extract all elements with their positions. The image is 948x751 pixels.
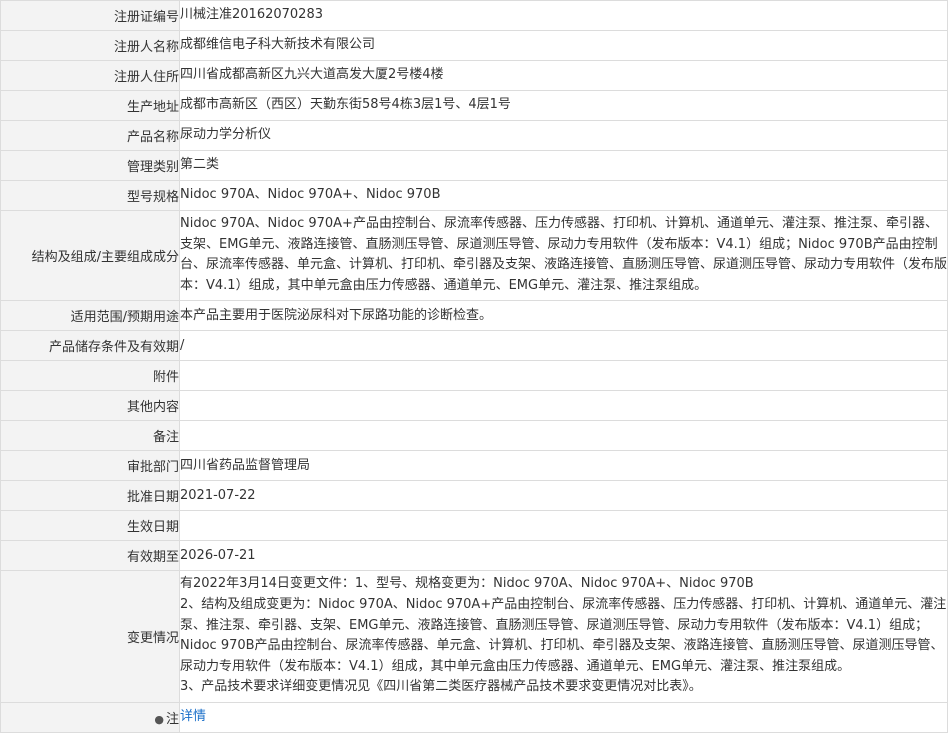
row-label: 备注 <box>0 420 180 452</box>
row-value: 本产品主要用于医院泌尿科对下尿路功能的诊断检查。 <box>179 300 948 332</box>
change-line-2: 2、结构及组成变更为：Nidoc 970A、Nidoc 970A+产品由控制台、… <box>180 596 947 674</box>
row-label: 结构及组成/主要组成成分 <box>0 209 180 302</box>
row-label: 适用范围/预期用途 <box>0 300 180 332</box>
row-label: ● 注 <box>0 701 180 733</box>
row-value: 成都市高新区（西区）天勤东街58号4栋3层1号、4层1号 <box>179 90 948 121</box>
row-value: 第二类 <box>179 150 948 181</box>
row-value: 2026-07-21 <box>179 540 948 572</box>
row-intended-use: 适用范围/预期用途 本产品主要用于医院泌尿科对下尿路功能的诊断检查。 <box>0 300 948 332</box>
row-note: ● 注 详情 <box>0 701 948 733</box>
row-value: / <box>179 330 948 362</box>
row-model-spec: 型号规格 Nidoc 970A、Nidoc 970A+、Nidoc 970B <box>0 180 948 211</box>
row-registrant-name: 注册人名称 成都维信电子科大新技术有限公司 <box>0 30 948 61</box>
row-value: Nidoc 970A、Nidoc 970A+、Nidoc 970B <box>179 180 948 211</box>
row-other-content: 其他内容 <box>0 390 948 422</box>
row-value <box>179 360 948 392</box>
row-value: 有2022年3月14日变更文件：1、型号、规格变更为：Nidoc 970A、Ni… <box>179 570 948 703</box>
change-line-3: 3、产品技术要求详细变更情况见《四川省第二类医疗器械产品技术要求变更情况对比表》… <box>180 679 702 695</box>
row-label: 管理类别 <box>0 150 180 181</box>
row-label: 审批部门 <box>0 450 180 482</box>
registration-detail-table: 注册证编号 川械注准20162070283 注册人名称 成都维信电子科大新技术有… <box>0 0 948 733</box>
row-attachment: 附件 <box>0 360 948 392</box>
row-effective-date: 生效日期 <box>0 510 948 542</box>
row-value: 成都维信电子科大新技术有限公司 <box>179 30 948 61</box>
row-value: 川械注准20162070283 <box>179 0 948 31</box>
row-product-name: 产品名称 尿动力学分析仪 <box>0 120 948 151</box>
row-label: 附件 <box>0 360 180 392</box>
row-value: 详情 <box>179 701 948 733</box>
row-label: 变更情况 <box>0 570 180 703</box>
row-approval-department: 审批部门 四川省药品监督管理局 <box>0 450 948 482</box>
row-label: 其他内容 <box>0 390 180 422</box>
row-label: 注册人名称 <box>0 30 180 61</box>
row-registrant-address: 注册人住所 四川省成都高新区九兴大道高发大厦2号楼4楼 <box>0 60 948 91</box>
row-label: 注册人住所 <box>0 60 180 91</box>
lightbulb-icon: ● <box>154 712 164 726</box>
row-registration-number: 注册证编号 川械注准20162070283 <box>0 0 948 31</box>
row-value: 尿动力学分析仪 <box>179 120 948 151</box>
note-label: 注 <box>165 711 179 727</box>
row-storage-validity: 产品储存条件及有效期 / <box>0 330 948 362</box>
row-label: 产品名称 <box>0 120 180 151</box>
row-valid-until: 有效期至 2026-07-21 <box>0 540 948 572</box>
row-structure-composition: 结构及组成/主要组成成分 Nidoc 970A、Nidoc 970A+产品由控制… <box>0 209 948 302</box>
row-label: 注册证编号 <box>0 0 180 31</box>
row-remarks: 备注 <box>0 420 948 452</box>
change-line-1: 有2022年3月14日变更文件：1、型号、规格变更为：Nidoc 970A、Ni… <box>180 576 754 592</box>
row-label: 生产地址 <box>0 90 180 121</box>
row-value <box>179 390 948 422</box>
row-label: 生效日期 <box>0 510 180 542</box>
row-production-address: 生产地址 成都市高新区（西区）天勤东街58号4栋3层1号、4层1号 <box>0 90 948 121</box>
row-value: 2021-07-22 <box>179 480 948 512</box>
row-value: Nidoc 970A、Nidoc 970A+产品由控制台、尿流率传感器、压力传感… <box>179 209 948 302</box>
row-change-info: 变更情况 有2022年3月14日变更文件：1、型号、规格变更为：Nidoc 97… <box>0 570 948 703</box>
row-value <box>179 420 948 452</box>
row-label: 批准日期 <box>0 480 180 512</box>
details-link[interactable]: 详情 <box>180 709 206 724</box>
row-label: 有效期至 <box>0 540 180 572</box>
row-management-category: 管理类别 第二类 <box>0 150 948 181</box>
row-value <box>179 510 948 542</box>
row-value: 四川省药品监督管理局 <box>179 450 948 482</box>
row-value: 四川省成都高新区九兴大道高发大厦2号楼4楼 <box>179 60 948 91</box>
row-approval-date: 批准日期 2021-07-22 <box>0 480 948 512</box>
row-label: 型号规格 <box>0 180 180 211</box>
row-label: 产品储存条件及有效期 <box>0 330 180 362</box>
